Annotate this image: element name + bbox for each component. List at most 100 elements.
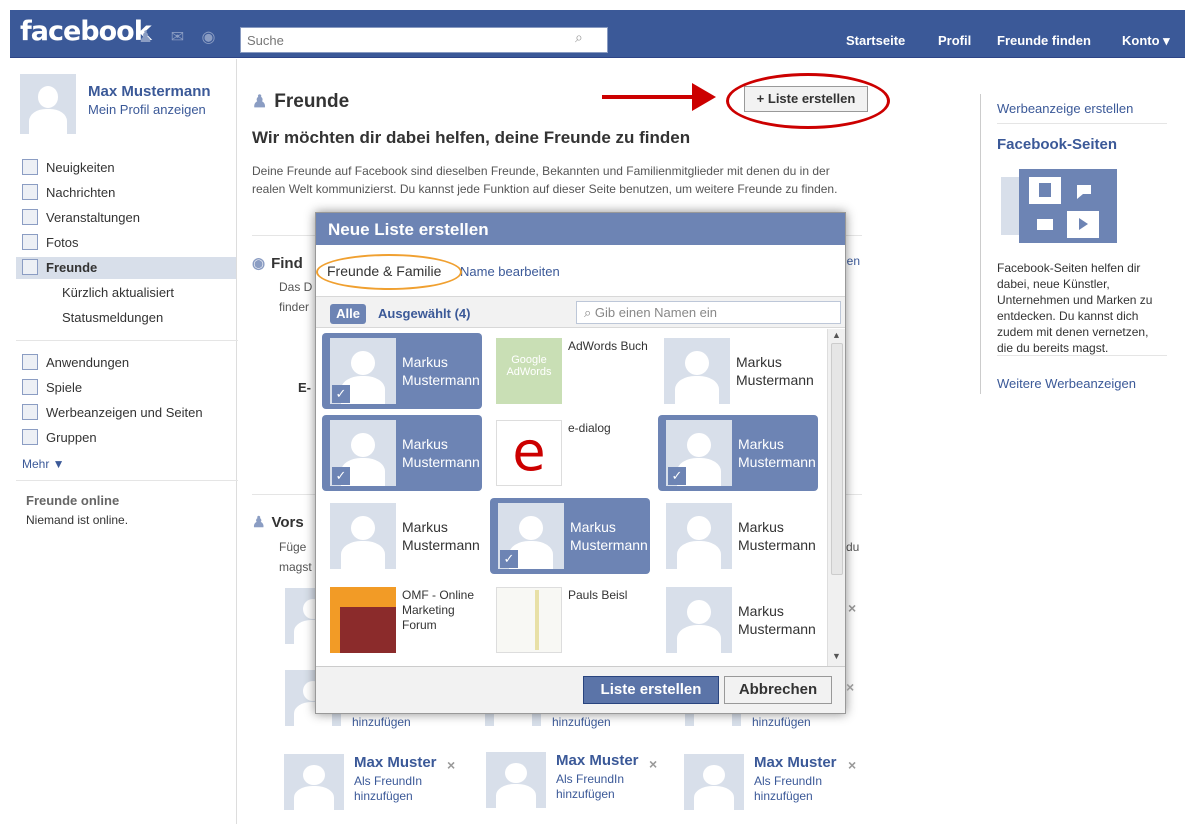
avatar [666, 587, 732, 653]
add-link[interactable]: hinzufügen [352, 715, 411, 729]
sidebar-item-status-updates[interactable]: Statusmeldungen [62, 307, 163, 329]
top-bar: facebook ♟ ✉ ◉ Suche ⌕ Startseite Profil… [10, 10, 1185, 58]
sidebar-item-games[interactable]: Spiele [22, 377, 82, 399]
page-tile[interactable]: e e-dialog [488, 415, 648, 491]
messages-icon [22, 184, 38, 200]
news-icon [22, 159, 38, 175]
facebook-logo[interactable]: facebook [20, 16, 152, 47]
sidebar-item-photos[interactable]: Fotos [22, 232, 79, 254]
games-icon [22, 379, 38, 395]
sidebar-item-friends[interactable]: Freunde [16, 257, 236, 279]
profile-link[interactable]: Mein Profil anzeigen [88, 102, 206, 117]
edit-name-link[interactable]: Name bearbeiten [460, 264, 560, 279]
red-arrow-line [602, 95, 702, 99]
sidebar-item-messages[interactable]: Nachrichten [22, 182, 115, 204]
close-icon[interactable]: × [846, 679, 854, 695]
check-icon: ✓ [332, 467, 350, 485]
search-icon: ⌕ [584, 305, 595, 320]
profile-name[interactable]: Max Mustermann [88, 83, 211, 100]
online-status: Niemand ist online. [26, 513, 129, 527]
more-link[interactable]: Mehr ▼ [22, 453, 65, 475]
suggestion-name[interactable]: Max Muster [354, 754, 437, 771]
nav-account[interactable]: Konto ▾ [1122, 33, 1170, 49]
friends-icon[interactable]: ♟ [136, 28, 155, 47]
scroll-down-icon[interactable]: ▼ [832, 651, 841, 661]
ads-icon [22, 404, 38, 420]
scroll-thumb[interactable] [831, 343, 843, 575]
add-friends-icon: ♟ [252, 514, 266, 531]
friend-tile[interactable]: Markus Mustermann [658, 498, 818, 574]
add-friend-link[interactable]: Als FreundIn hinzufügen [556, 772, 676, 802]
friend-tile[interactable]: Markus Mustermann ✓ [658, 415, 818, 491]
right-divider [997, 123, 1167, 124]
dialog-footer: Liste erstellen Abbrechen [316, 666, 845, 713]
suggestions-text-2: magst [279, 560, 312, 574]
close-icon[interactable]: × [649, 756, 657, 772]
friend-tile[interactable]: Markus Mustermann ✓ [322, 415, 482, 491]
nav-profile[interactable]: Profil [938, 33, 971, 48]
pages-title[interactable]: Facebook-Seiten [997, 136, 1117, 153]
events-icon [22, 209, 38, 225]
add-friend-link[interactable]: Als FreundIn hinzufügen [754, 774, 874, 804]
friend-tile[interactable]: Markus Mustermann ✓ [490, 498, 650, 574]
scroll-up-icon[interactable]: ▲ [832, 330, 841, 340]
create-list-submit-button[interactable]: Liste erstellen [583, 676, 719, 704]
create-ad-link[interactable]: Werbeanzeige erstellen [997, 101, 1133, 116]
add-friend-link[interactable]: Als FreundIn hinzufügen [354, 774, 474, 804]
profile-avatar[interactable] [20, 74, 76, 134]
sidebar-item-ads-pages[interactable]: Werbeanzeigen und Seiten [22, 402, 203, 424]
sidebar-item-recently-updated[interactable]: Kürzlich aktualisiert [62, 282, 174, 304]
nav-home[interactable]: Startseite [846, 33, 905, 48]
right-sidebar: Werbeanzeige erstellen Facebook-Seiten F… [980, 94, 1167, 394]
add-link[interactable]: hinzufügen [552, 715, 611, 729]
check-icon: ✓ [332, 385, 350, 403]
notifications-icon[interactable]: ◉ [199, 28, 218, 47]
find-link[interactable]: len [844, 254, 860, 268]
friend-tile[interactable]: Markus Mustermann [322, 498, 482, 574]
dialog-title: Neue Liste erstellen [316, 213, 845, 245]
find-section-title: ◉ Find [252, 255, 303, 272]
sidebar-divider [16, 340, 238, 341]
suggestion-card: Max Muster Als FreundIn hinzufügen [284, 754, 474, 810]
omf-thumbnail [330, 587, 396, 653]
avatar[interactable] [684, 754, 744, 810]
close-icon[interactable]: × [447, 757, 455, 773]
friend-tile[interactable]: Markus Mustermann [658, 582, 818, 658]
sidebar-item-groups[interactable]: Gruppen [22, 427, 97, 449]
search-friends-icon: ◉ [252, 255, 266, 272]
friends-icon: ♟ [252, 92, 268, 111]
check-icon: ✓ [500, 550, 518, 568]
tab-all[interactable]: Alle [330, 304, 366, 324]
suggestion-name[interactable]: Max Muster [556, 752, 639, 769]
avatar[interactable] [284, 754, 344, 810]
page-tile[interactable]: Google AdWords AdWords Buch [488, 333, 648, 409]
close-icon[interactable]: × [848, 600, 856, 616]
page-tile[interactable]: Pauls Beisl [488, 582, 648, 658]
suggestion-name[interactable]: Max Muster [754, 754, 837, 771]
add-link[interactable]: hinzufügen [752, 715, 811, 729]
cancel-button[interactable]: Abbrechen [724, 676, 832, 704]
orange-highlight-circle [316, 254, 462, 290]
online-title: Freunde online [26, 493, 120, 508]
photos-icon [22, 234, 38, 250]
friend-tile[interactable]: Markus Mustermann ✓ [322, 333, 482, 409]
sidebar-item-apps[interactable]: Anwendungen [22, 352, 129, 374]
column-divider [236, 59, 237, 824]
name-search-input[interactable]: ⌕ Gib einen Namen ein [576, 301, 841, 324]
dialog-scrollbar[interactable]: ▲ ▼ [827, 329, 845, 666]
tab-selected[interactable]: Ausgewählt (4) [378, 306, 470, 321]
groups-icon [22, 429, 38, 445]
facebook-pages-illustration[interactable] [1001, 169, 1117, 243]
more-ads-link[interactable]: Weitere Werbeanzeigen [997, 376, 1136, 391]
close-icon[interactable]: × [848, 757, 856, 773]
friend-tile[interactable]: Markus Mustermann [656, 333, 816, 409]
messages-icon[interactable]: ✉ [168, 28, 187, 47]
nav-find-friends[interactable]: Freunde finden [997, 33, 1091, 48]
sidebar-item-news[interactable]: Neuigkeiten [22, 157, 115, 179]
sidebar-item-events[interactable]: Veranstaltungen [22, 207, 140, 229]
page-tile[interactable]: OMF - Online Marketing Forum [322, 582, 482, 658]
search-input[interactable]: Suche [240, 27, 608, 53]
adwords-thumbnail: Google AdWords [496, 338, 562, 404]
avatar[interactable] [486, 752, 546, 808]
check-icon: ✓ [668, 467, 686, 485]
